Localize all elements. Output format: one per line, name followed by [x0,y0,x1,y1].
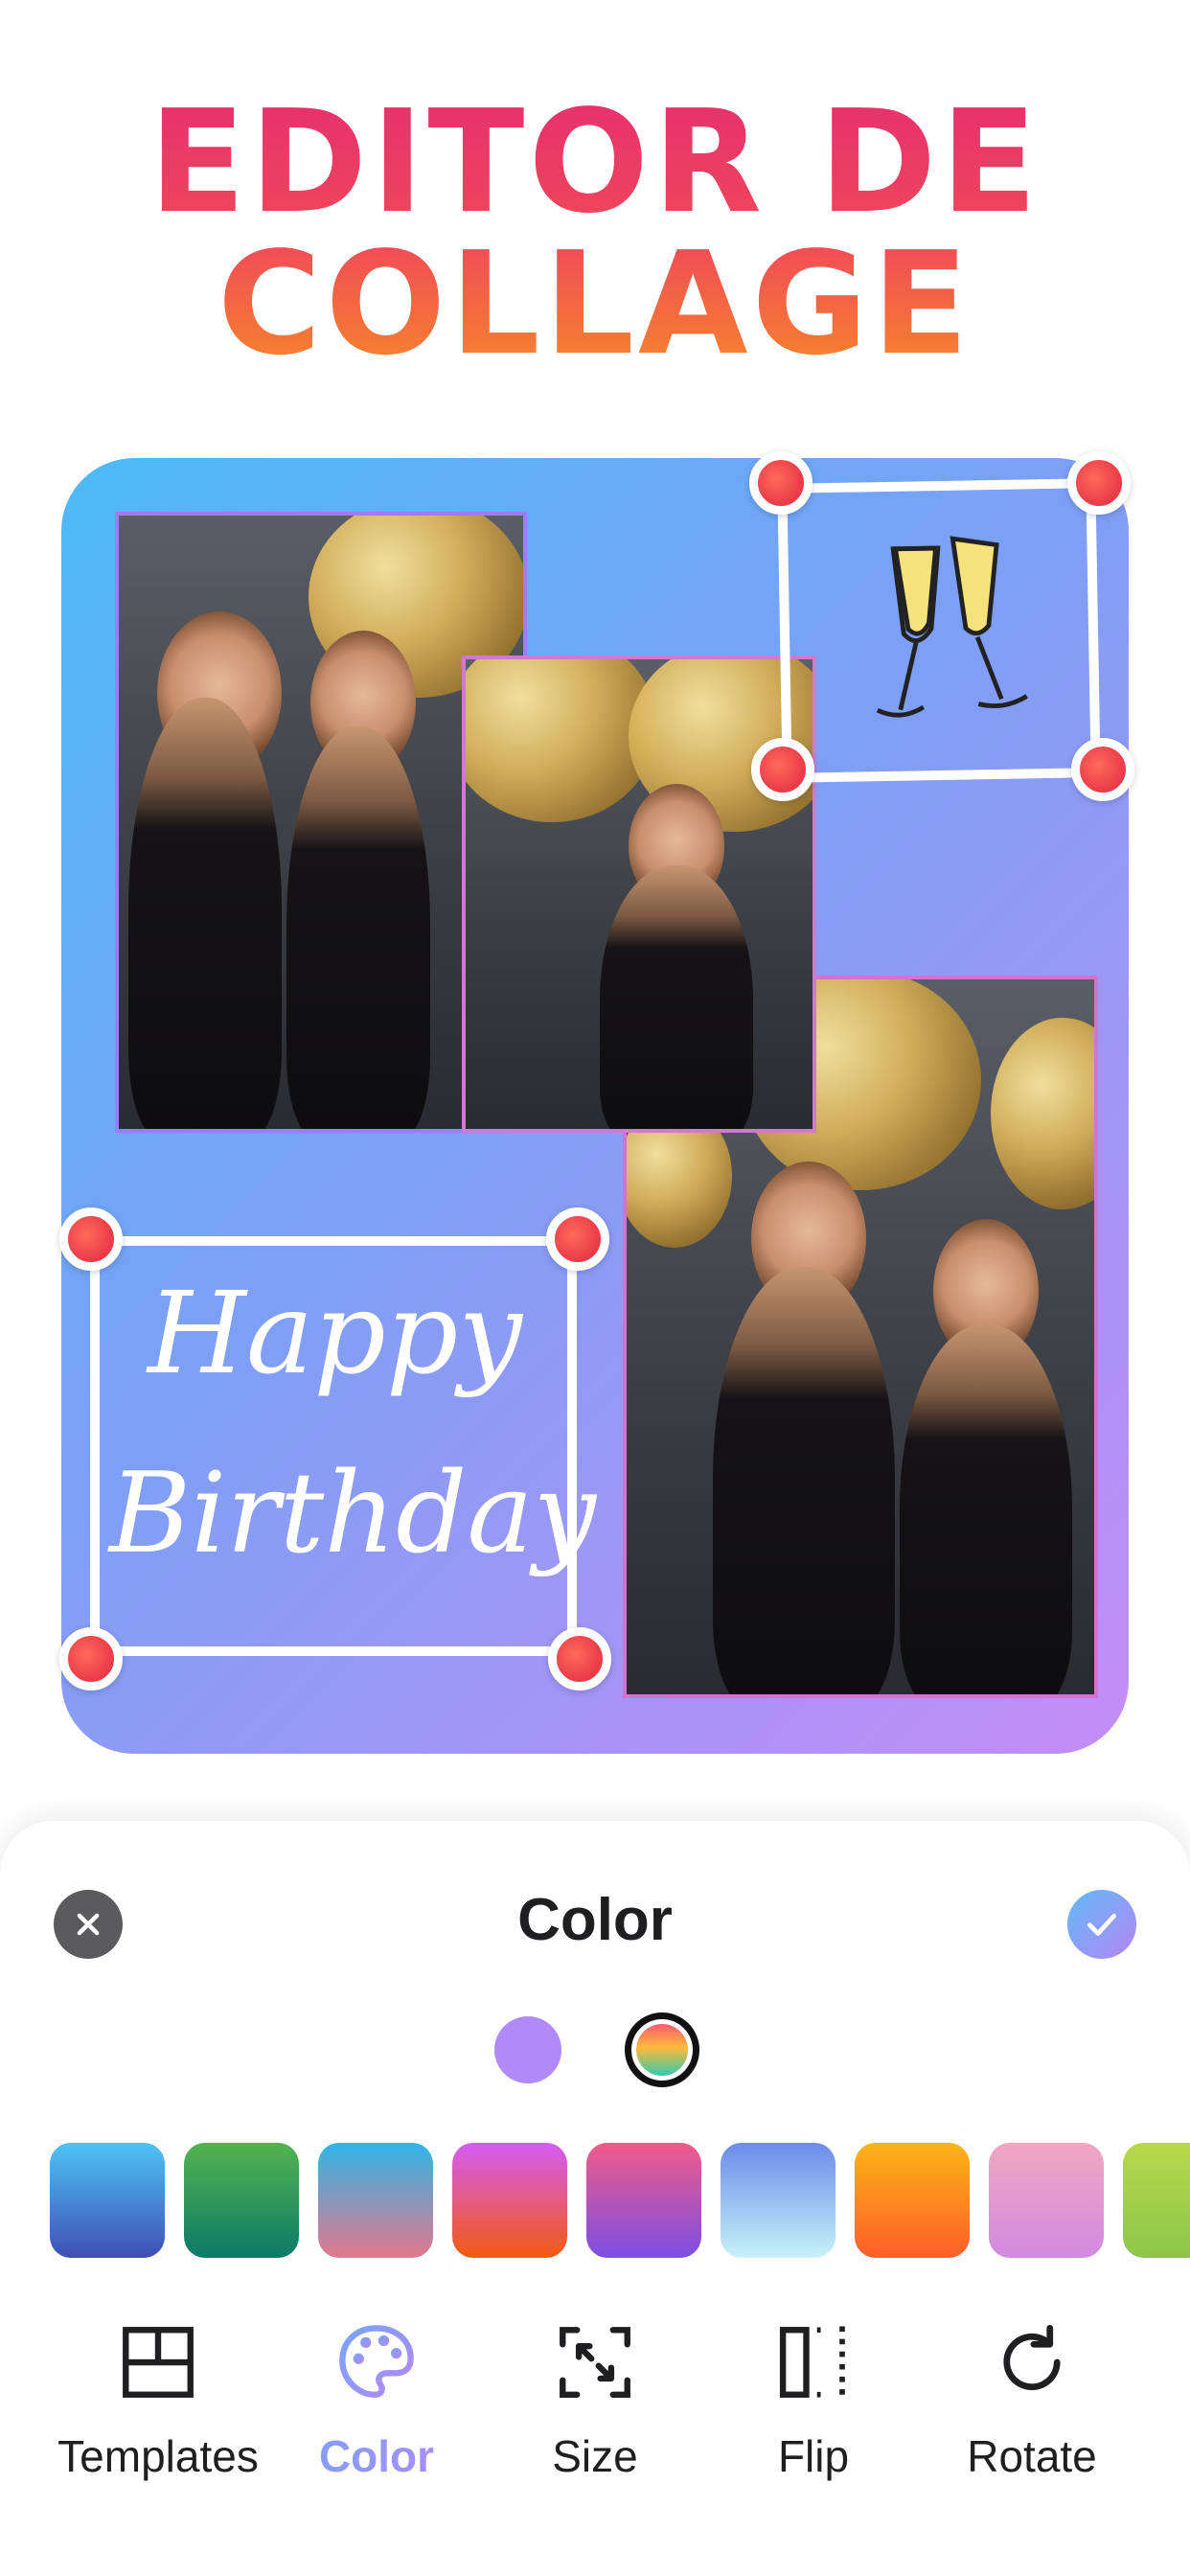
templates-icon [123,2327,194,2398]
resize-handle-top-right[interactable] [1067,451,1131,515]
sticker-text-happy: Happy [148,1267,522,1399]
panel-title: Color [517,1887,673,1953]
resize-handle-bottom-right[interactable] [1071,738,1134,801]
solid-color-mode-button[interactable] [494,2016,561,2083]
resize-handle-top-left[interactable] [59,1208,123,1271]
collage-photo-2[interactable] [462,656,816,1133]
sticker-selection-frame[interactable] [777,478,1101,783]
gradient-swatch[interactable] [318,2143,433,2258]
tool-color[interactable]: Color [266,2319,487,2482]
gradient-color-mode-button[interactable] [625,2012,699,2087]
gradient-swatch[interactable] [721,2143,835,2258]
sticker-text-birthday: Birthday [109,1449,597,1578]
gradient-swatch[interactable] [855,2143,970,2258]
resize-handle-bottom-right[interactable] [548,1627,611,1690]
champagne-glasses-icon [876,536,1028,718]
resize-icon [560,2327,630,2398]
tool-label-flip: Flip [777,2431,850,2481]
person-body [128,698,282,1129]
headline-line-2: COLLAGE [217,221,973,386]
resize-handle-bottom-left[interactable] [59,1627,123,1690]
gradient-swatch[interactable] [586,2143,701,2258]
tool-label-color: Color [266,2430,487,2482]
gradient-mode-icon [636,2024,688,2076]
rotate-icon [1003,2325,1061,2391]
resize-handle-bottom-left[interactable] [751,738,814,801]
resize-handle-top-right[interactable] [546,1208,609,1271]
gradient-swatch[interactable] [452,2143,567,2258]
check-icon [1087,1913,1117,1936]
tool-label-size: Size [552,2431,638,2481]
gradient-swatch-row[interactable] [50,2143,1190,2260]
gradient-swatch[interactable] [184,2143,299,2258]
headline-line-1: EDITOR DE [149,80,1041,244]
bottom-toolbar: Templates Color Size Flip Rotate [0,2319,1190,2511]
text-sticker-selection-frame[interactable]: Happy Birthday [90,1236,596,1656]
person-body [286,726,430,1129]
person-body [900,1324,1072,1694]
confirm-button[interactable] [1067,1890,1136,1959]
person-body [600,865,753,1129]
tool-templates[interactable]: Templates [48,2319,268,2482]
flip-icon [779,2326,845,2399]
tool-size[interactable]: Size [485,2319,705,2482]
tool-rotate[interactable]: Rotate [922,2319,1142,2482]
balloon [991,1018,1094,1209]
collage-canvas[interactable]: Happy Birthday [59,451,1134,1754]
resize-handle-top-left[interactable] [749,451,812,515]
gradient-swatch[interactable] [989,2143,1104,2258]
gradient-swatch[interactable] [1123,2143,1190,2258]
headline: EDITOR DE COLLAGE [0,91,1190,375]
tool-label-rotate: Rotate [967,2431,1097,2481]
palette-icon [339,2325,414,2398]
gradient-swatch[interactable] [50,2143,165,2258]
tool-label-templates: Templates [57,2431,259,2481]
person-body [713,1267,895,1694]
tool-flip[interactable]: Flip [703,2319,924,2482]
